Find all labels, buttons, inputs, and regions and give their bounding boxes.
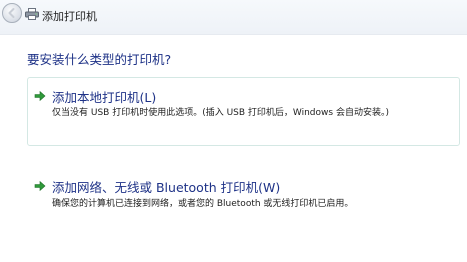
option-add-local-printer[interactable]: 添加本地打印机(L) 仅当没有 USB 打印机时使用此选项。(插入 USB 打印… bbox=[27, 77, 460, 146]
back-button[interactable] bbox=[2, 3, 22, 23]
option-add-network-printer[interactable]: 添加网络、无线或 Bluetooth 打印机(W) 确保您的计算机已连接到网络，… bbox=[27, 168, 460, 214]
green-arrow-icon bbox=[34, 90, 46, 102]
option-title: 添加本地打印机(L) bbox=[52, 90, 157, 105]
add-printer-wizard: 添加打印机 要安装什么类型的打印机? 添加本地打印机(L) 仅当没有 USB 打… bbox=[0, 0, 467, 262]
window-title: 添加打印机 bbox=[42, 10, 97, 23]
option-description: 确保您的计算机已连接到网络，或者您的 Bluetooth 或无线打印机已启用。 bbox=[52, 199, 354, 209]
option-title: 添加网络、无线或 Bluetooth 打印机(W) bbox=[52, 180, 281, 195]
green-arrow-icon bbox=[34, 180, 46, 192]
question-heading: 要安装什么类型的打印机? bbox=[27, 52, 172, 67]
printer-icon bbox=[25, 8, 39, 20]
option-description: 仅当没有 USB 打印机时使用此选项。(插入 USB 打印机后，Windows … bbox=[52, 108, 389, 118]
back-arrow-icon bbox=[8, 8, 15, 18]
title-bar: 添加打印机 bbox=[0, 0, 467, 35]
